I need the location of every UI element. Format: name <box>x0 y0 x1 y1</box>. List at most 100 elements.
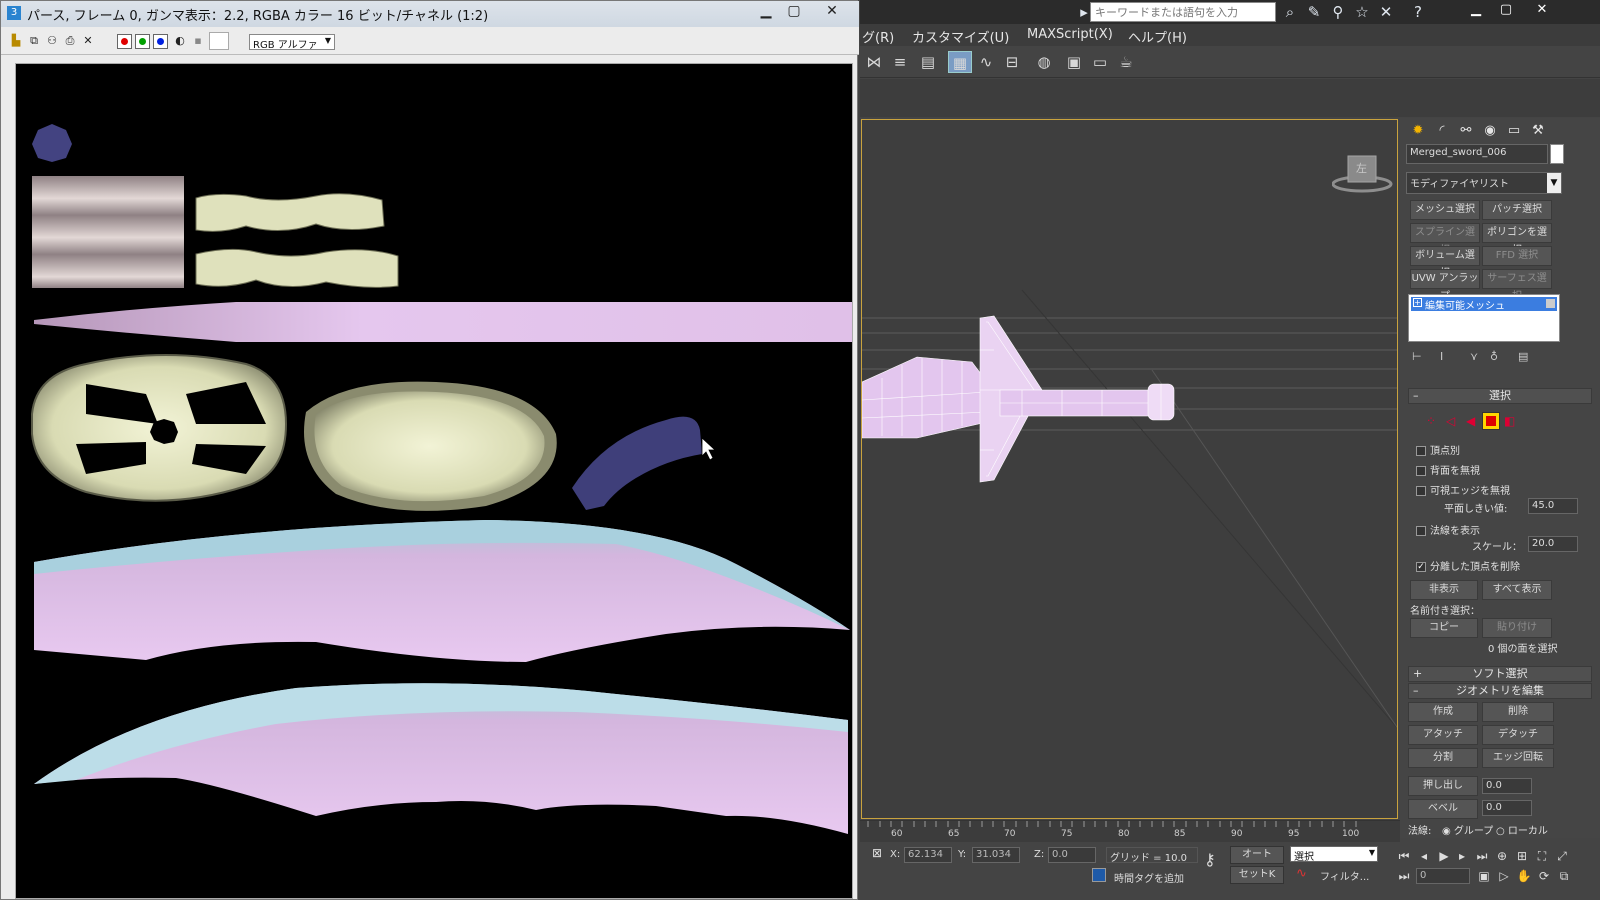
delete-isolated-checkbox[interactable]: ✓ 分離した頂点を削除 <box>1416 558 1520 573</box>
favorites-star-icon[interactable]: ☆ <box>1352 2 1372 22</box>
x-coordinate-field[interactable]: 62.134 <box>904 847 952 863</box>
print-image-icon[interactable]: ⎙ <box>63 34 77 48</box>
y-coordinate-field[interactable]: 31.034 <box>972 847 1020 863</box>
close-x-icon[interactable]: ✕ <box>1376 2 1396 22</box>
selection-set-dropdown[interactable]: 選択 ▼ <box>1290 846 1378 863</box>
modifier-button-volume-select[interactable]: ボリューム選択 <box>1410 246 1480 279</box>
face-mode-icon[interactable]: ◀ <box>1466 414 1475 428</box>
min-max-toggle-icon[interactable]: ⧉ <box>1556 868 1572 884</box>
rollout-edit-geometry-header[interactable]: – ジオメトリを編集 <box>1408 683 1592 699</box>
expand-plus-icon[interactable]: + <box>1413 298 1422 307</box>
planar-threshold-spinner[interactable]: 45.0 <box>1528 498 1578 514</box>
modifier-button-ffd-select[interactable]: FFD 選択 <box>1482 246 1552 266</box>
close-window-button[interactable]: ✕ <box>817 1 847 21</box>
utilities-tab-icon[interactable]: ⚒ <box>1528 122 1548 140</box>
modify-tab-icon[interactable]: ◜ <box>1432 122 1452 140</box>
modifier-button-spline-select[interactable]: スプライン選択 <box>1410 223 1480 256</box>
time-tag-icon[interactable] <box>1092 868 1106 882</box>
paste-button[interactable]: 貼り付け <box>1482 618 1552 638</box>
stack-item-toggle[interactable] <box>1546 299 1555 308</box>
zoom-all-icon[interactable]: ⊞ <box>1514 848 1530 864</box>
field-of-view-icon[interactable]: ▷ <box>1496 868 1512 884</box>
timeline-ruler[interactable]: 60 65 70 75 80 85 90 95 100 <box>860 820 1400 842</box>
pan-hand-icon[interactable]: ✋ <box>1516 868 1532 884</box>
show-end-result-icon[interactable]: I <box>1440 350 1443 363</box>
z-coordinate-field[interactable]: 0.0 <box>1048 847 1096 863</box>
scale-spinner[interactable]: 20.0 <box>1528 536 1578 552</box>
blue-channel-toggle[interactable] <box>153 34 168 49</box>
vertex-mode-icon[interactable]: ⁘ <box>1426 414 1436 428</box>
curve-editor-icon[interactable]: ∿ <box>974 51 998 73</box>
scene-explorer-icon[interactable]: ▦ <box>948 51 972 73</box>
clone-window-icon[interactable]: ⚇ <box>45 34 59 48</box>
hide-button[interactable]: 非表示 <box>1410 580 1478 600</box>
material-editor-icon[interactable]: ◍ <box>1032 51 1056 73</box>
create-tab-icon[interactable]: ✹ <box>1408 122 1428 140</box>
modifier-button-mesh-select[interactable]: メッシュ選択 <box>1410 200 1480 220</box>
render-setup-icon[interactable]: ▣ <box>1062 51 1086 73</box>
object-color-swatch[interactable] <box>1550 144 1564 164</box>
link-icon[interactable]: ⚲ <box>1328 2 1348 22</box>
modifier-list-dropdown[interactable]: モディファイヤリスト ▼ <box>1406 172 1562 194</box>
rendered-frame-window-icon[interactable]: ▭ <box>1088 51 1112 73</box>
extrude-spinner[interactable]: 0.0 <box>1482 778 1532 794</box>
configure-modifier-sets-icon[interactable]: ▤ <box>1518 350 1528 363</box>
clear-image-icon[interactable]: ✕ <box>81 34 95 48</box>
divide-button[interactable]: 分割 <box>1408 748 1478 768</box>
align-icon[interactable]: ≡ <box>888 51 912 73</box>
next-frame-icon[interactable]: ▸ <box>1454 848 1470 864</box>
group-radio[interactable]: ◉ グループ <box>1442 822 1493 837</box>
perspective-viewport[interactable]: 左 <box>861 119 1398 819</box>
mirror-icon[interactable]: ⋈ <box>862 51 886 73</box>
schematic-view-icon[interactable]: ⊟ <box>1000 51 1024 73</box>
element-mode-icon[interactable]: ◧ <box>1504 414 1515 428</box>
menu-rendering[interactable]: グ(R) <box>862 27 894 46</box>
absolute-mode-icon[interactable]: ⊠ <box>872 846 882 860</box>
current-frame-field[interactable]: 0 <box>1416 868 1470 884</box>
display-tab-icon[interactable]: ▭ <box>1504 122 1524 140</box>
ignore-backfacing-checkbox[interactable]: 背面を無視 <box>1416 462 1480 477</box>
menu-maxscript[interactable]: MAXScript(X) <box>1027 27 1113 42</box>
make-unique-icon[interactable]: ⋎ <box>1470 350 1478 363</box>
rendered-image-canvas[interactable] <box>15 63 853 899</box>
modifier-button-uvw-unwrap[interactable]: UVW アンラップ <box>1410 269 1480 302</box>
remove-modifier-icon[interactable]: ♁ <box>1490 350 1498 363</box>
go-to-start-icon[interactable]: ⏮ <box>1396 848 1412 864</box>
ignore-visible-edges-checkbox[interactable]: 可視エッジを無視 <box>1416 482 1510 497</box>
maximize-viewport-icon[interactable]: ⤢ <box>1554 848 1570 864</box>
copy-image-icon[interactable]: ⧉ <box>27 34 41 48</box>
orbit-icon[interactable]: ⟳ <box>1536 868 1552 884</box>
unhide-all-button[interactable]: すべて表示 <box>1482 580 1552 600</box>
set-key-mode-key-icon[interactable]: ⚷ <box>1204 850 1216 869</box>
viewcube[interactable]: 左 <box>1331 150 1396 199</box>
layer-manager-icon[interactable]: ▤ <box>916 51 940 73</box>
auto-key-button[interactable]: オート <box>1230 846 1284 864</box>
green-channel-toggle[interactable] <box>135 34 150 49</box>
time-configuration-icon[interactable]: ▣ <box>1476 868 1492 884</box>
minimize-button[interactable]: ▁ <box>1462 0 1490 20</box>
maximize-button[interactable]: ▢ <box>779 1 809 21</box>
motion-tab-icon[interactable]: ◉ <box>1480 122 1500 140</box>
bevel-spinner[interactable]: 0.0 <box>1482 800 1532 816</box>
close-window-button[interactable]: ✕ <box>1528 0 1556 20</box>
menu-help[interactable]: ヘルプ(H) <box>1128 27 1187 46</box>
zoom-extents-icon[interactable]: ⛶ <box>1534 848 1550 864</box>
edge-mode-icon[interactable]: ◁ <box>1446 414 1455 428</box>
local-radio[interactable]: ○ ローカル <box>1496 822 1548 837</box>
play-icon[interactable]: ▶ <box>1436 848 1452 864</box>
keyword-search-input[interactable] <box>1090 2 1276 22</box>
display-channel-dropdown[interactable]: RGB アルファ ▼ <box>249 34 335 51</box>
by-vertex-checkbox[interactable]: 頂点別 <box>1416 442 1460 457</box>
zoom-icon[interactable]: ⊕ <box>1494 848 1510 864</box>
save-image-icon[interactable]: ▙ <box>9 34 23 48</box>
render-teapot-icon[interactable]: ☕ <box>1114 51 1138 73</box>
alpha-channel-icon[interactable]: ◐ <box>173 34 187 48</box>
red-channel-toggle[interactable] <box>117 34 132 49</box>
stack-item-editable-mesh[interactable]: + 編集可能メッシュ <box>1411 297 1557 312</box>
minimize-button[interactable]: ▁ <box>751 1 781 21</box>
previous-frame-icon[interactable]: ◂ <box>1416 848 1432 864</box>
bevel-button[interactable]: ベベル <box>1408 799 1478 819</box>
monochrome-icon[interactable]: ▪ <box>191 34 205 48</box>
show-normals-checkbox[interactable]: 法線を表示 <box>1416 522 1480 537</box>
attach-button[interactable]: アタッチ <box>1408 725 1478 745</box>
